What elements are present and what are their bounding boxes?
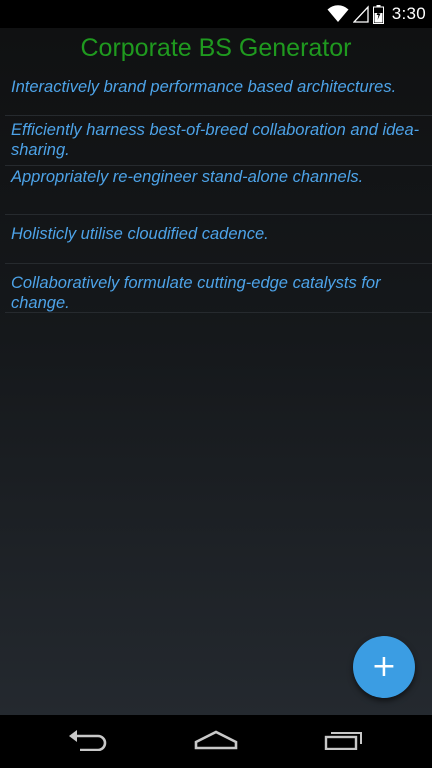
add-button[interactable]: + bbox=[353, 636, 415, 698]
status-icons: 3:30 bbox=[327, 4, 426, 24]
wifi-icon bbox=[327, 5, 349, 23]
back-icon bbox=[68, 727, 108, 756]
recents-icon bbox=[324, 728, 364, 755]
list-item[interactable]: Interactively brand performance based ar… bbox=[5, 72, 432, 116]
list-item-text: Collaboratively formulate cutting-edge c… bbox=[11, 274, 381, 312]
home-icon bbox=[194, 728, 238, 755]
list-item-text: Efficiently harness best-of-breed collab… bbox=[11, 121, 420, 159]
list-item-text: Appropriately re-engineer stand-alone ch… bbox=[11, 168, 364, 186]
navigation-bar bbox=[0, 715, 432, 768]
list-item-text: Holisticly utilise cloudified cadence. bbox=[11, 225, 269, 243]
phrase-list: Interactively brand performance based ar… bbox=[5, 72, 432, 313]
page-title: Corporate BS Generator bbox=[80, 34, 352, 62]
signal-icon bbox=[352, 5, 369, 23]
recents-button[interactable] bbox=[299, 715, 389, 768]
back-button[interactable] bbox=[43, 715, 133, 768]
status-bar: 3:30 bbox=[0, 0, 432, 28]
list-item[interactable]: Collaboratively formulate cutting-edge c… bbox=[5, 264, 432, 313]
list-item[interactable]: Efficiently harness best-of-breed collab… bbox=[5, 116, 432, 166]
list-item-text: Interactively brand performance based ar… bbox=[11, 78, 397, 96]
battery-icon bbox=[372, 4, 384, 24]
list-item[interactable]: Holisticly utilise cloudified cadence. bbox=[5, 215, 432, 264]
app-content: Corporate BS Generator Interactively bra… bbox=[0, 28, 432, 715]
list-item[interactable]: Appropriately re-engineer stand-alone ch… bbox=[5, 166, 432, 215]
plus-icon: + bbox=[371, 649, 397, 684]
home-button[interactable] bbox=[171, 715, 261, 768]
clock: 3:30 bbox=[391, 4, 426, 23]
